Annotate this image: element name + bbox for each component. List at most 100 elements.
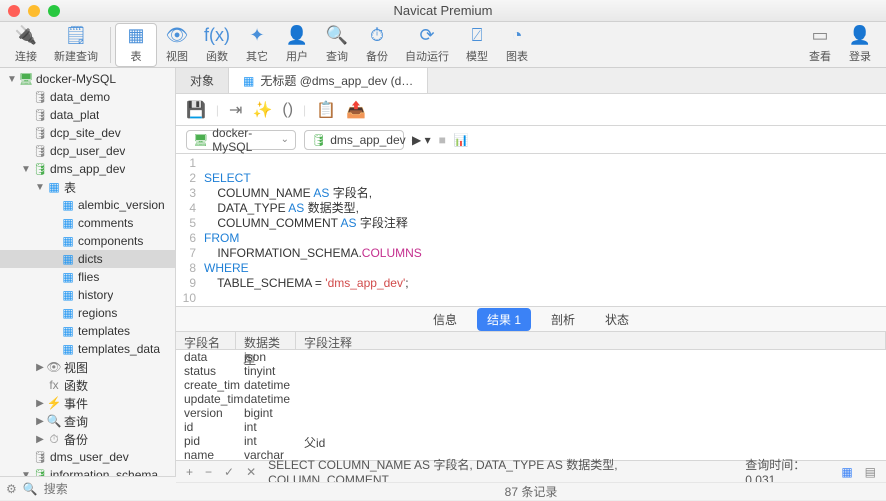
run-button[interactable]: ▶ ▾ <box>412 133 431 147</box>
settings-icon[interactable]: ⚙ <box>6 482 17 496</box>
expand-icon[interactable]: ▼ <box>20 164 32 175</box>
expand-icon[interactable]: ▶ <box>34 362 46 373</box>
tree-item[interactable]: ▦ components <box>0 232 175 250</box>
export-icon[interactable]: 📤 <box>346 100 366 120</box>
node-label: regions <box>78 306 117 320</box>
search-input[interactable] <box>44 482 199 496</box>
toolbar-login[interactable]: 👤 登录 <box>840 24 880 66</box>
toolbar-backup[interactable]: ⏱ 备份 <box>357 24 397 66</box>
user-icon: 👤 <box>285 26 309 46</box>
viewmode-icon: ▭ <box>808 26 832 46</box>
content-tabs: 对象 ▦ 无标题 @dms_app_dev (d… <box>176 68 886 94</box>
minimize-icon[interactable] <box>28 5 40 17</box>
tree-item[interactable]: ▶ ⚡ 事件 <box>0 394 175 412</box>
remove-row-icon[interactable]: − <box>205 465 212 479</box>
toolbar-model[interactable]: ⍁ 模型 <box>457 24 497 66</box>
grid-view-icon[interactable]: ▦ <box>841 465 852 479</box>
grid-header: 字段名 数据类型 字段注释 <box>176 332 886 350</box>
server-dropdown[interactable]: 🖥 docker-MySQL ⌄ <box>186 130 296 150</box>
tree-item[interactable]: ▶ 👁 视图 <box>0 358 175 376</box>
tree-item[interactable]: 🛢 dms_user_dev <box>0 448 175 466</box>
save-icon[interactable]: 💾 <box>186 100 206 120</box>
tree-item[interactable]: ▦ flies <box>0 268 175 286</box>
tree-item[interactable]: ▦ dicts <box>0 250 175 268</box>
col-fieldname[interactable]: 字段名 <box>176 332 236 349</box>
form-view-icon[interactable]: ▤ <box>865 465 876 479</box>
node-label: docker-MySQL <box>36 72 116 86</box>
node-label: 表 <box>64 179 76 196</box>
table-row[interactable]: status tinyint <box>176 364 886 378</box>
node-icon: 👁 <box>46 360 62 374</box>
tab-status[interactable]: 状态 <box>595 308 639 331</box>
stop-button[interactable]: ■ <box>439 133 446 147</box>
sidebar-tree[interactable]: ▼ 🖥 docker-MySQL 🛢 data_demo 🛢 data_plat… <box>0 68 176 500</box>
node-label: 事件 <box>64 395 88 412</box>
node-label: comments <box>78 216 133 230</box>
tab-query[interactable]: ▦ 无标题 @dms_app_dev (d… <box>229 68 428 93</box>
apply-icon[interactable]: ✓ <box>224 465 234 479</box>
table-row[interactable]: id int <box>176 420 886 434</box>
cancel-icon[interactable]: ✕ <box>246 465 256 479</box>
toolbar-autorun[interactable]: ⟳ 自动运行 <box>397 24 457 66</box>
tree-item[interactable]: ▦ templates <box>0 322 175 340</box>
table-row[interactable]: update_tim datetime <box>176 392 886 406</box>
table-row[interactable]: data json <box>176 350 886 364</box>
col-comment[interactable]: 字段注释 <box>296 332 886 349</box>
expand-icon[interactable]: ▶ <box>34 434 46 445</box>
toolbar-chart[interactable]: ◔ 图表 <box>497 24 537 66</box>
tree-item[interactable]: ▼ 🛢 dms_app_dev <box>0 160 175 178</box>
tree-item[interactable]: ▶ 🔍 查询 <box>0 412 175 430</box>
tree-item[interactable]: 🛢 dcp_user_dev <box>0 142 175 160</box>
tree-item[interactable]: ▼ ▦ 表 <box>0 178 175 196</box>
table-row[interactable]: version bigint <box>176 406 886 420</box>
expand-icon[interactable]: ▶ <box>34 398 46 409</box>
toolbar-fx[interactable]: f(x) 函数 <box>197 24 237 66</box>
toolbar-query[interactable]: 🔍 查询 <box>317 24 357 66</box>
tree-item[interactable]: ▦ comments <box>0 214 175 232</box>
col-datatype[interactable]: 数据类型 <box>236 332 296 349</box>
node-icon: 🛢 <box>32 90 48 104</box>
expand-icon[interactable]: ▶ <box>34 416 46 427</box>
toolbar-connect[interactable]: 🔌 连接 <box>6 24 46 66</box>
tab-objects[interactable]: 对象 <box>176 68 229 93</box>
tree-item[interactable]: ▼ 🖥 docker-MySQL <box>0 70 175 88</box>
tree-item[interactable]: ▦ regions <box>0 304 175 322</box>
explain-button[interactable]: 📊 <box>454 133 469 147</box>
toolbar-table[interactable]: ▦ 表 <box>115 23 157 67</box>
sql-editor[interactable]: 12345678910 SELECT COLUMN_NAME AS 字段名, D… <box>176 154 886 306</box>
node-icon: 🛢 <box>32 108 48 122</box>
db-dropdown[interactable]: 🛢 dms_app_dev ⌄ <box>304 130 404 150</box>
close-icon[interactable] <box>8 5 20 17</box>
node-label: alembic_version <box>78 198 165 212</box>
tree-item[interactable]: 🛢 dcp_site_dev <box>0 124 175 142</box>
expand-icon[interactable]: ▼ <box>34 182 46 193</box>
result-grid[interactable]: data json status tinyint create_tim date… <box>176 350 886 460</box>
tab-info[interactable]: 信息 <box>423 308 467 331</box>
copy-icon[interactable]: 📋 <box>316 100 336 120</box>
expand-icon[interactable]: ▼ <box>6 74 18 85</box>
tree-item[interactable]: ▦ templates_data <box>0 340 175 358</box>
table-row[interactable]: create_tim datetime <box>176 378 886 392</box>
tab-result[interactable]: 结果 1 <box>477 308 531 331</box>
tree-item[interactable]: 🛢 data_demo <box>0 88 175 106</box>
maximize-icon[interactable] <box>48 5 60 17</box>
tree-item[interactable]: fx 函数 <box>0 376 175 394</box>
indent-icon[interactable]: ⇥ <box>229 100 242 120</box>
tab-analyze[interactable]: 剖析 <box>541 308 585 331</box>
node-icon: ▦ <box>60 234 76 248</box>
node-label: components <box>78 234 143 248</box>
toolbar-user[interactable]: 👤 用户 <box>277 24 317 66</box>
tree-item[interactable]: ▦ alembic_version <box>0 196 175 214</box>
toolbar-newquery[interactable]: 🗒 新建查询 <box>46 24 106 66</box>
toolbar-view[interactable]: 👁 视图 <box>157 24 197 66</box>
table-row[interactable]: pid int 父id <box>176 434 886 448</box>
beautify-icon[interactable]: ✨ <box>252 100 272 120</box>
tree-item[interactable]: ▶ ⏱ 备份 <box>0 430 175 448</box>
code-area[interactable]: SELECT COLUMN_NAME AS 字段名, DATA_TYPE AS … <box>204 154 886 306</box>
toolbar-other[interactable]: ✦ 其它 <box>237 24 277 66</box>
tree-item[interactable]: 🛢 data_plat <box>0 106 175 124</box>
tree-item[interactable]: ▦ history <box>0 286 175 304</box>
brackets-icon[interactable]: () <box>282 101 293 119</box>
add-row-icon[interactable]: + <box>186 465 193 479</box>
toolbar-viewmode[interactable]: ▭ 查看 <box>800 24 840 66</box>
